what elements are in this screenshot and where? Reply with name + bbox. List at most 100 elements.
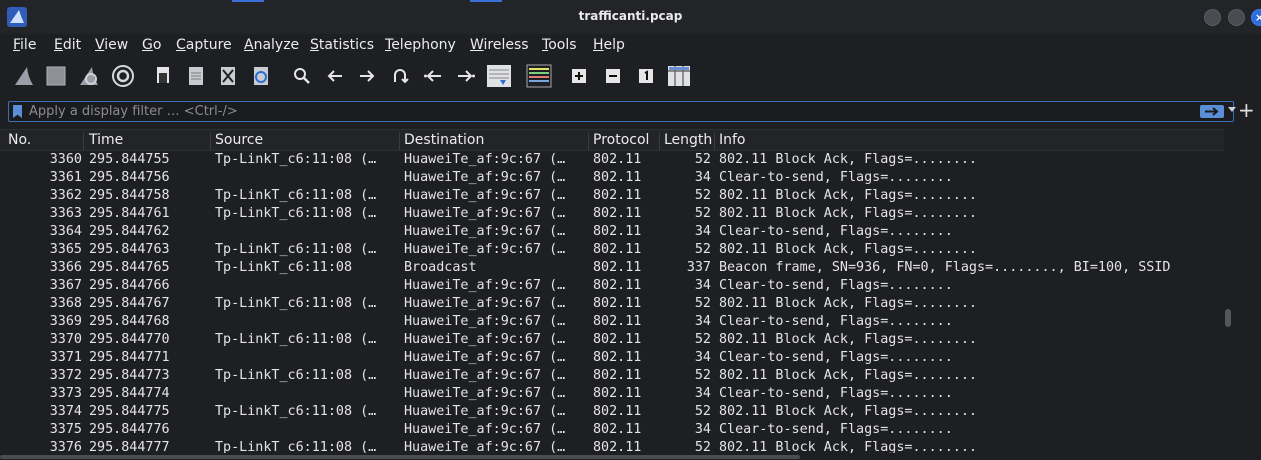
packet-source: Tp-LinkT_c6:11:08 (… xyxy=(215,152,377,167)
packet-row[interactable]: 3369 295.844768 HuaweiTe_af:9c:67 (… 802.11… xyxy=(0,313,1224,331)
packet-row[interactable]: 3367 295.844766 HuaweiTe_af:9c:67 (… 802.11… xyxy=(0,277,1224,295)
packet-destination: HuaweiTe_af:9c:67 (… xyxy=(404,278,566,293)
column-header-time[interactable]: Time xyxy=(89,132,123,150)
menu-label: dit xyxy=(62,37,82,53)
apply-filter-button[interactable] xyxy=(1200,105,1224,118)
column-separator[interactable] xyxy=(399,132,400,150)
menu-mnemonic: F xyxy=(13,37,21,53)
packet-row[interactable]: 3373 295.844774 HuaweiTe_af:9c:67 (… 802.11… xyxy=(0,385,1224,403)
column-header-length[interactable]: Length xyxy=(664,132,712,150)
restart-capture-icon[interactable] xyxy=(76,63,102,89)
filter-bookmark-icon[interactable] xyxy=(13,105,22,118)
colorize-icon[interactable] xyxy=(526,63,552,89)
menu-mnemonic: E xyxy=(54,37,63,53)
menu-edit[interactable]: Edit xyxy=(54,37,81,53)
column-separator[interactable] xyxy=(588,132,589,150)
packet-time: 295.844777 xyxy=(89,440,170,453)
packet-row[interactable]: 3370 295.844770 Tp-LinkT_c6:11:08 (… Huawei… xyxy=(0,331,1224,349)
packet-row[interactable]: 3368 295.844767 Tp-LinkT_c6:11:08 (… Huawei… xyxy=(0,295,1224,313)
packet-time: 295.844776 xyxy=(89,422,170,437)
find-packet-icon[interactable] xyxy=(289,63,315,89)
packet-protocol: 802.11 xyxy=(593,296,642,311)
menu-telephony[interactable]: Telephony xyxy=(385,37,456,53)
zoom-in-icon[interactable] xyxy=(566,63,592,89)
packet-row[interactable]: 3372 295.844773 Tp-LinkT_c6:11:08 (… Huawei… xyxy=(0,367,1224,385)
packet-no: 3370 xyxy=(49,332,82,347)
first-packet-icon[interactable] xyxy=(420,63,446,89)
packet-protocol: 802.11 xyxy=(593,368,642,383)
packet-row[interactable]: 3360 295.844755 Tp-LinkT_c6:11:08 (… Huawei… xyxy=(0,151,1224,169)
zoom-out-icon[interactable] xyxy=(600,63,626,89)
packet-protocol: 802.11 xyxy=(593,314,642,329)
packet-row[interactable]: 3361 295.844756 HuaweiTe_af:9c:67 (… 802.11… xyxy=(0,169,1224,187)
packet-length: 34 xyxy=(694,422,711,437)
column-header-destination[interactable]: Destination xyxy=(404,132,484,150)
packet-row[interactable]: 3363 295.844761 Tp-LinkT_c6:11:08 (… Huawei… xyxy=(0,205,1224,223)
go-forward-icon[interactable] xyxy=(354,63,380,89)
menu-go[interactable]: Go xyxy=(142,37,161,53)
packet-destination: HuaweiTe_af:9c:67 (… xyxy=(404,332,566,347)
horizontal-scrollbar-thumb[interactable] xyxy=(0,455,800,459)
packet-row[interactable]: 3376 295.844777 Tp-LinkT_c6:11:08 (… Huawei… xyxy=(0,439,1224,453)
last-packet-icon[interactable] xyxy=(453,63,479,89)
resize-columns-icon[interactable] xyxy=(666,63,692,89)
column-separator[interactable] xyxy=(83,132,84,150)
normal-size-icon[interactable] xyxy=(633,63,659,89)
menu-file[interactable]: File xyxy=(13,37,36,53)
packet-time: 295.844761 xyxy=(89,206,170,221)
stop-capture-icon[interactable] xyxy=(43,63,69,89)
title-bar: trafficanti.pcap × xyxy=(0,0,1261,34)
go-to-packet-icon[interactable] xyxy=(387,63,413,89)
capture-options-icon[interactable] xyxy=(110,63,136,89)
column-header-info[interactable]: Info xyxy=(719,132,746,150)
packet-row[interactable]: 3371 295.844771 HuaweiTe_af:9c:67 (… 802.11… xyxy=(0,349,1224,367)
packet-time: 295.844775 xyxy=(89,404,170,419)
packet-row[interactable]: 3366 295.844765 Tp-LinkT_c6:11:08 Broadcast… xyxy=(0,259,1224,277)
display-filter-input[interactable] xyxy=(29,103,1179,120)
add-filter-button[interactable]: + xyxy=(1238,99,1255,121)
save-file-icon[interactable] xyxy=(183,63,209,89)
packet-row[interactable]: 3364 295.844762 HuaweiTe_af:9c:67 (… 802.11… xyxy=(0,223,1224,241)
minimize-button[interactable] xyxy=(1204,9,1221,26)
menu-view[interactable]: View xyxy=(95,37,128,53)
packet-list[interactable]: 3360 295.844755 Tp-LinkT_c6:11:08 (… Huawei… xyxy=(0,151,1224,453)
menu-analyze[interactable]: Analyze xyxy=(244,37,299,53)
menu-help[interactable]: Help xyxy=(593,37,625,53)
packet-destination: HuaweiTe_af:9c:67 (… xyxy=(404,350,566,365)
column-header-protocol[interactable]: Protocol xyxy=(593,132,649,150)
packet-destination: Broadcast xyxy=(404,260,477,275)
menu-capture[interactable]: Capture xyxy=(176,37,232,53)
menu-label: apture xyxy=(185,37,232,53)
start-capture-icon[interactable] xyxy=(11,63,37,89)
menu-tools[interactable]: Tools xyxy=(542,37,577,53)
close-file-icon[interactable] xyxy=(215,63,241,89)
menu-statistics[interactable]: Statistics xyxy=(310,37,374,53)
packet-list-horizontal-scrollbar[interactable] xyxy=(0,454,1224,460)
packet-info: Clear-to-send, Flags=........ xyxy=(719,314,953,329)
packet-protocol: 802.11 xyxy=(593,242,642,257)
packet-row[interactable]: 3362 295.844758 Tp-LinkT_c6:11:08 (… Huawei… xyxy=(0,187,1224,205)
column-separator[interactable] xyxy=(714,132,715,150)
packet-list-vertical-scrollbar[interactable] xyxy=(1224,129,1232,453)
packet-row[interactable]: 3374 295.844775 Tp-LinkT_c6:11:08 (… Huawei… xyxy=(0,403,1224,421)
packet-length: 34 xyxy=(694,224,711,239)
maximize-button[interactable] xyxy=(1228,9,1245,26)
reload-file-icon[interactable] xyxy=(248,63,274,89)
packet-row[interactable]: 3375 295.844776 HuaweiTe_af:9c:67 (… 802.11… xyxy=(0,421,1224,439)
go-back-icon[interactable] xyxy=(322,63,348,89)
menu-wireless[interactable]: Wireless xyxy=(470,37,529,53)
packet-time: 295.844756 xyxy=(89,170,170,185)
open-file-icon[interactable] xyxy=(150,63,176,89)
packet-source: Tp-LinkT_c6:11:08 (… xyxy=(215,404,377,419)
close-window-button[interactable]: × xyxy=(1251,9,1261,26)
auto-scroll-icon[interactable] xyxy=(486,63,512,89)
column-separator[interactable] xyxy=(210,132,211,150)
column-header-source[interactable]: Source xyxy=(215,132,263,150)
packet-length: 34 xyxy=(694,278,711,293)
packet-no: 3373 xyxy=(49,386,82,401)
packet-row[interactable]: 3365 295.844763 Tp-LinkT_c6:11:08 (… Huawei… xyxy=(0,241,1224,259)
column-separator[interactable] xyxy=(659,132,660,150)
column-header-no[interactable]: No. xyxy=(8,132,31,150)
vertical-scrollbar-thumb[interactable] xyxy=(1225,309,1231,327)
filter-history-dropdown[interactable] xyxy=(1228,107,1236,112)
